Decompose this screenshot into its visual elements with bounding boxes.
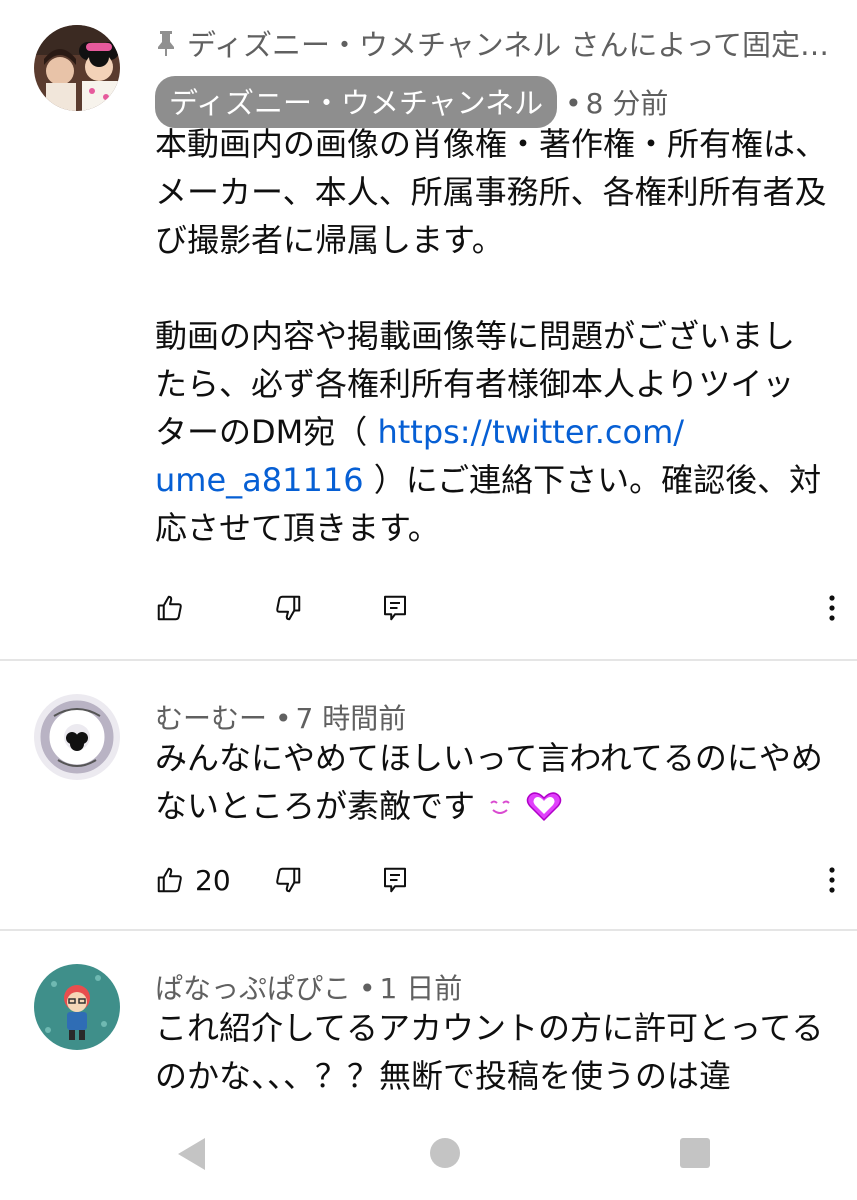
pin-icon [158, 31, 174, 56]
twitter-link-cont[interactable]: ume_a81116 [155, 461, 364, 499]
comment-paragraph-1: 本動画内の画像の肖像権・著作権・所有権は、メーカー、本人、所属事務所、各権利所有… [155, 125, 828, 259]
twitter-link[interactable]: https://twitter.com/ [377, 413, 684, 451]
nav-recents-icon[interactable] [678, 1136, 712, 1170]
reply-button[interactable] [380, 588, 410, 628]
comment-meta: むーむー • 7 時間前 [155, 697, 406, 737]
nav-back-icon[interactable] [175, 1135, 209, 1173]
reply-icon [384, 595, 406, 621]
more-vert-icon[interactable] [820, 590, 844, 626]
thumbs-down-icon [276, 595, 301, 621]
comment-item: むーむー • 7 時間前 みんなにやめてほしいって言われてるのにやめないところが素敵… [0, 662, 857, 928]
pinned-label-text: ディズニー・ウメチャンネル さんによって固定さ… [187, 28, 845, 62]
comment-actions: 20 [0, 860, 857, 900]
comment-paragraph-2: 動画の内容や掲載画像等に問題がございまし たら、必ず各権利所有者様御本人よりツイ… [155, 312, 840, 552]
reply-icon [384, 867, 406, 893]
author-name[interactable]: むーむー [155, 702, 267, 735]
meta-separator: • [359, 972, 376, 1005]
comment-line: ターのDM宛（ https://twitter.com/ [155, 408, 840, 456]
dislike-button[interactable] [273, 860, 303, 900]
avatar-image [34, 25, 120, 111]
nav-home-icon[interactable] [428, 1136, 462, 1170]
thumbs-up-icon [157, 595, 182, 621]
divider [0, 659, 857, 661]
comment-text: ターのDM宛（ [155, 413, 378, 451]
smile-emoji [485, 786, 515, 816]
comment-body: これ紹介してるアカウントの方に許可とってるのかな、、、？？無断で投稿を使うのは違 [155, 1009, 824, 1095]
comment-body: みんなにやめてほしいって言われてるのにやめないところが素敵です [155, 734, 840, 830]
dislike-button[interactable] [273, 588, 303, 628]
meta-separator: • [565, 87, 582, 120]
comment-time: 7 時間前 [295, 702, 407, 735]
like-button[interactable]: 20 [155, 860, 231, 900]
author-name[interactable]: ぱなっぷぱぴこ [155, 972, 351, 1005]
like-button[interactable] [155, 588, 185, 628]
like-count: 20 [195, 863, 231, 897]
meta-separator: • [275, 702, 292, 735]
divider [0, 929, 857, 931]
comment-line: たら、必ず各権利所有者様御本人よりツイッ [155, 365, 795, 403]
comment-actions [0, 588, 857, 628]
comment-line: ume_a81116 ）にご連絡下さい。確認後、対 [155, 456, 840, 504]
more-vert-icon[interactable] [820, 862, 844, 898]
thumbs-down-icon [276, 867, 301, 893]
thumbs-up-icon [157, 867, 182, 893]
comment-item: ぱなっぷぱぴこ • 1 日前 これ紹介してるアカウントの方に許可とってるのかな、、、… [0, 932, 857, 1110]
avatar[interactable] [34, 694, 120, 780]
comment-line: 動画の内容や掲載画像等に問題がございまし [155, 317, 796, 355]
comment-body: 本動画内の画像の肖像権・著作権・所有権は、メーカー、本人、所属事務所、各権利所有… [155, 120, 840, 552]
avatar-image [34, 694, 120, 780]
comment-text: ）にご連絡下さい。確認後、対 [363, 461, 822, 499]
avatar[interactable] [34, 964, 120, 1050]
comment-line: 応させて頂きます。 [155, 509, 440, 547]
avatar-image [34, 964, 120, 1050]
heart-emoji [525, 788, 563, 822]
avatar[interactable] [34, 25, 120, 111]
comment-time: 1 日前 [379, 972, 463, 1005]
system-navigation-bar [0, 1110, 857, 1200]
pinned-label: ディズニー・ウメチャンネル さんによって固定さ… [155, 22, 845, 64]
comment-meta: ぱなっぷぱぴこ • 1 日前 [155, 967, 462, 1007]
comment-time: 8 分前 [585, 87, 669, 120]
reply-button[interactable] [380, 860, 410, 900]
pinned-comment: ディズニー・ウメチャンネル さんによって固定さ… ディズニー・ウメチャンネル • 8… [0, 0, 857, 660]
